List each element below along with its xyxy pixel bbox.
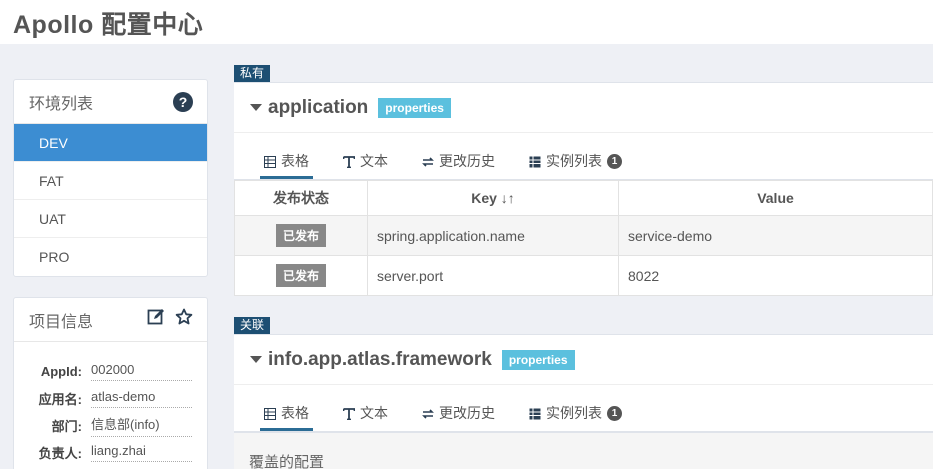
info-value: 002000 bbox=[91, 362, 192, 381]
status-cell: 已发布 bbox=[234, 215, 368, 256]
table-icon bbox=[264, 155, 276, 168]
info-label: 应用名: bbox=[38, 392, 82, 407]
caret-down-icon[interactable] bbox=[250, 356, 262, 363]
tab-label: 文本 bbox=[360, 153, 388, 169]
edit-icon[interactable] bbox=[147, 308, 165, 331]
tab-label: 实例列表 bbox=[546, 153, 602, 169]
value-cell: service-demo bbox=[618, 215, 933, 256]
tab-label: 更改历史 bbox=[439, 405, 495, 421]
tab-label: 文本 bbox=[360, 405, 388, 421]
env-item-pro[interactable]: PRO bbox=[14, 238, 207, 276]
tab-text[interactable]: 文本 bbox=[339, 151, 392, 179]
tab-history[interactable]: 更改历史 bbox=[418, 151, 499, 179]
table-row: 已发布 spring.application.name service-demo bbox=[234, 215, 933, 256]
instance-count-badge: 1 bbox=[607, 405, 622, 421]
info-label: 部门: bbox=[51, 419, 82, 434]
table-row: 已发布 server.port 8022 bbox=[234, 255, 933, 296]
published-badge: 已发布 bbox=[275, 264, 326, 287]
instance-count-badge: 1 bbox=[607, 153, 622, 169]
status-cell: 已发布 bbox=[234, 255, 368, 296]
column-header-value: Value bbox=[618, 180, 933, 216]
app-title: Apollo 配置中心 bbox=[13, 11, 204, 39]
info-value: 信息部(info) bbox=[91, 414, 192, 437]
namespace-type-tag: 私有 bbox=[234, 65, 271, 82]
star-icon[interactable] bbox=[175, 308, 193, 331]
top-header: Apollo 配置中心 bbox=[0, 0, 933, 44]
env-item-uat[interactable]: UAT bbox=[14, 200, 207, 238]
tab-label: 更改历史 bbox=[439, 153, 495, 169]
instance-list-icon bbox=[529, 407, 541, 420]
info-row-department: 部门: 信息部(info) bbox=[14, 412, 207, 439]
history-icon bbox=[422, 407, 434, 419]
tab-instance-list[interactable]: 实例列表 1 bbox=[525, 151, 626, 179]
format-badge: properties bbox=[378, 97, 451, 118]
value-cell: 8022 bbox=[618, 255, 933, 296]
caret-down-icon[interactable] bbox=[250, 104, 262, 111]
tab-label: 实例列表 bbox=[546, 405, 602, 421]
namespace-header[interactable]: info.app.atlas.framework properties bbox=[234, 335, 933, 385]
tab-table[interactable]: 表格 bbox=[260, 151, 313, 179]
published-badge: 已发布 bbox=[275, 224, 326, 247]
project-info-panel: 项目信息 AppId: 002000 应用名: atlas-demo 部门: 信… bbox=[13, 297, 208, 469]
info-row-owner: 负责人: liang.zhai bbox=[14, 439, 207, 466]
namespace-name: application bbox=[268, 96, 369, 118]
config-table: 发布状态 Key ↓↑ Value 已发布 spring.application… bbox=[234, 180, 933, 296]
sort-icon[interactable]: ↓↑ bbox=[501, 190, 515, 206]
question-circle-icon[interactable]: ? bbox=[173, 91, 193, 112]
namespace-name: info.app.atlas.framework bbox=[268, 348, 492, 370]
override-config-section: 覆盖的配置 bbox=[234, 432, 933, 469]
info-value: liang.zhai bbox=[91, 443, 192, 462]
history-icon bbox=[422, 155, 434, 167]
env-list-panel: 环境列表 ? DEV FAT UAT PRO bbox=[13, 79, 208, 277]
info-row-app-name: 应用名: atlas-demo bbox=[14, 385, 207, 412]
tab-text[interactable]: 文本 bbox=[339, 403, 392, 431]
column-header-key[interactable]: Key ↓↑ bbox=[367, 180, 619, 216]
instance-list-icon bbox=[529, 155, 541, 168]
table-header-row: 发布状态 Key ↓↑ Value bbox=[234, 180, 933, 216]
tab-label: 表格 bbox=[281, 153, 309, 169]
info-label: AppId: bbox=[40, 364, 82, 379]
project-info-header: 项目信息 bbox=[14, 298, 207, 342]
env-list-title: 环境列表 bbox=[29, 95, 94, 113]
env-list-header: 环境列表 ? bbox=[14, 80, 207, 124]
info-label: 负责人: bbox=[38, 446, 82, 461]
tab-instance-list[interactable]: 实例列表 1 bbox=[525, 403, 626, 431]
tab-label: 表格 bbox=[281, 405, 309, 421]
format-badge: properties bbox=[501, 349, 575, 370]
info-row-appid: AppId: 002000 bbox=[14, 358, 207, 385]
info-value: atlas-demo bbox=[91, 389, 192, 408]
text-icon bbox=[342, 155, 356, 169]
namespace-tabs: 表格 文本 更改历史 实例列表 1 bbox=[234, 385, 933, 432]
project-info-title: 项目信息 bbox=[29, 313, 94, 331]
tab-history[interactable]: 更改历史 bbox=[418, 403, 499, 431]
key-cell: spring.application.name bbox=[367, 215, 619, 256]
namespace-type-tag: 关联 bbox=[234, 317, 271, 334]
namespace-header[interactable]: application properties bbox=[234, 83, 933, 133]
env-item-fat[interactable]: FAT bbox=[14, 162, 207, 200]
env-item-dev[interactable]: DEV bbox=[14, 124, 207, 162]
text-icon bbox=[342, 407, 356, 421]
key-cell: server.port bbox=[367, 255, 619, 296]
namespace-tabs: 表格 文本 更改历史 实例列表 1 bbox=[234, 133, 933, 180]
namespace-panel-application: application properties 表格 文本 更改历史 实例列表 1… bbox=[234, 82, 933, 296]
column-header-key-label: Key bbox=[471, 190, 497, 206]
column-header-status: 发布状态 bbox=[234, 180, 368, 216]
namespace-panel-framework: info.app.atlas.framework properties 表格 文… bbox=[234, 334, 933, 469]
tab-table[interactable]: 表格 bbox=[260, 403, 313, 431]
table-icon bbox=[264, 407, 276, 420]
